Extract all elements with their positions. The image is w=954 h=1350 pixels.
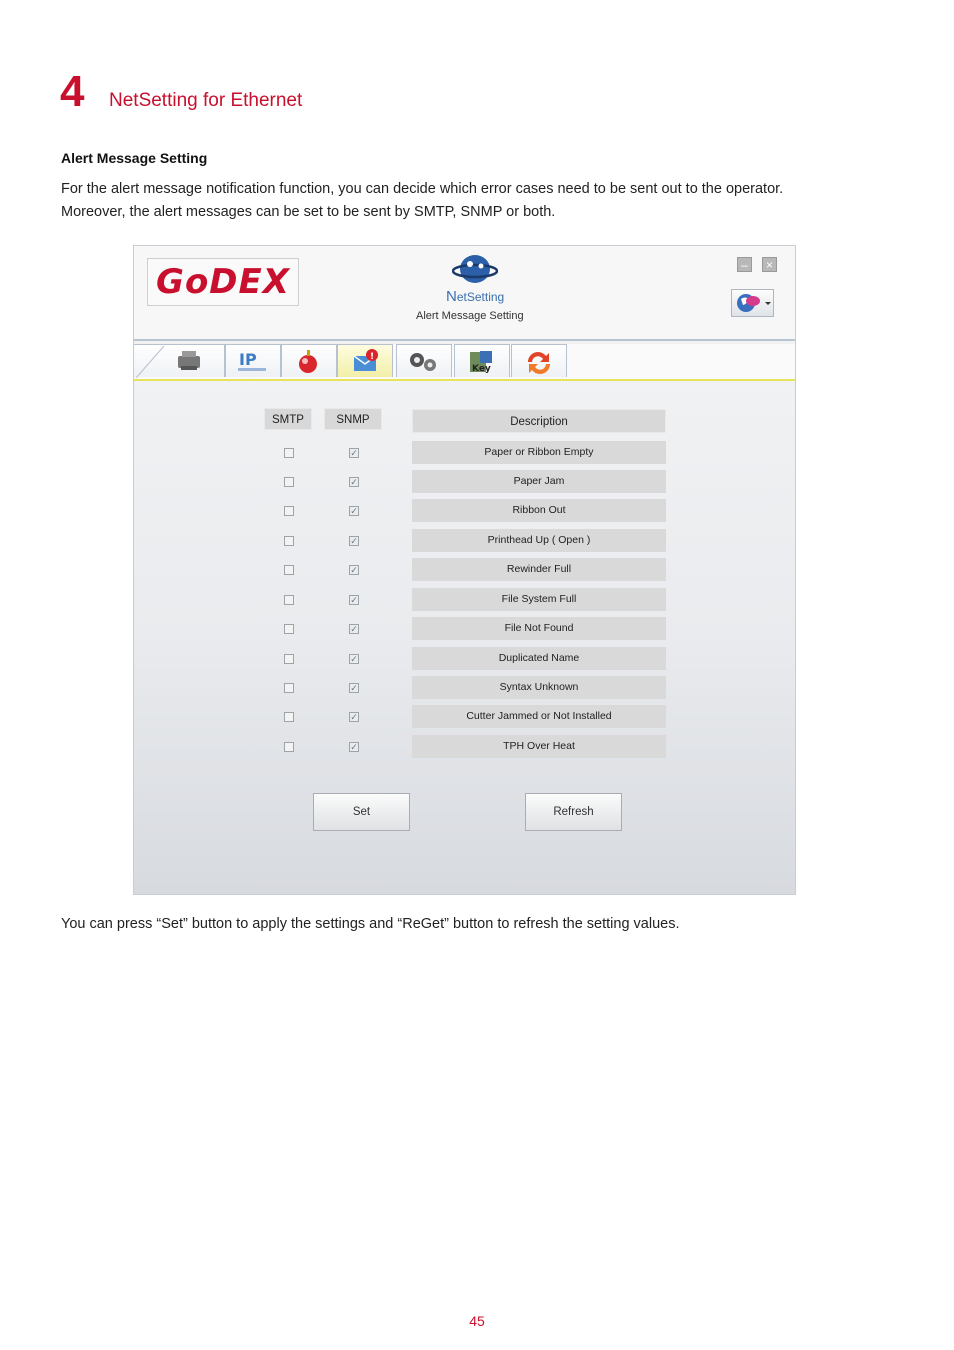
- key-icon: Key: [470, 351, 492, 374]
- description-column-header: Description: [412, 409, 666, 433]
- netsetting-globe-icon: [452, 255, 498, 283]
- godex-logo: GoDEX: [147, 258, 299, 306]
- snmp-checkbox[interactable]: ✓: [349, 624, 359, 634]
- smtp-checkbox[interactable]: [284, 595, 294, 605]
- svg-text:Key: Key: [472, 364, 491, 374]
- intro-line-2: Moreover, the alert messages can be set …: [61, 204, 556, 220]
- footer-text: You can press “Set” button to apply the …: [61, 916, 680, 932]
- alert-description: TPH Over Heat: [412, 735, 666, 758]
- snmp-checkbox[interactable]: ✓: [349, 565, 359, 575]
- smtp-checkbox[interactable]: [284, 624, 294, 634]
- email-icon: [299, 350, 317, 373]
- snmp-checkbox[interactable]: ✓: [349, 506, 359, 516]
- refresh-button[interactable]: Refresh: [525, 793, 622, 831]
- printer-icon: [135, 345, 200, 378]
- minimize-button[interactable]: –: [737, 257, 752, 272]
- language-button[interactable]: [731, 289, 774, 317]
- alert-description: Rewinder Full: [412, 558, 666, 581]
- alert-description: Ribbon Out: [412, 499, 666, 522]
- section-heading: Alert Message Setting: [61, 150, 208, 166]
- tab-bar: IP ! Key: [134, 344, 795, 381]
- close-button[interactable]: ×: [762, 257, 777, 272]
- snmp-checkbox[interactable]: ✓: [349, 595, 359, 605]
- smtp-checkbox[interactable]: [284, 536, 294, 546]
- ip-network-icon: IP: [238, 350, 266, 371]
- netsetting-brand: NetSetting: [446, 288, 504, 305]
- smtp-checkbox[interactable]: [284, 742, 294, 752]
- smtp-column-header: SMTP: [264, 408, 312, 430]
- tab-ip[interactable]: IP: [225, 344, 281, 377]
- tab-printer[interactable]: [134, 344, 225, 378]
- chapter-title: NetSetting for Ethernet: [109, 90, 303, 111]
- snmp-checkbox[interactable]: ✓: [349, 448, 359, 458]
- logo-text: GoDEX: [156, 262, 290, 302]
- smtp-checkbox[interactable]: [284, 654, 294, 664]
- snmp-checkbox[interactable]: ✓: [349, 742, 359, 752]
- chapter-number: 4: [60, 67, 85, 116]
- snmp-checkbox[interactable]: ✓: [349, 712, 359, 722]
- alert-description: File System Full: [412, 588, 666, 611]
- snmp-checkbox[interactable]: ✓: [349, 477, 359, 487]
- tab-email[interactable]: [281, 344, 337, 377]
- gears-icon: [410, 353, 436, 371]
- alert-description: Paper Jam: [412, 470, 666, 493]
- intro-paragraph: For the alert message notification funct…: [61, 178, 901, 224]
- smtp-checkbox[interactable]: [284, 448, 294, 458]
- alert-description: Syntax Unknown: [412, 676, 666, 699]
- alert-mail-icon: !: [353, 349, 378, 371]
- svg-text:IP: IP: [239, 350, 257, 369]
- snmp-checkbox[interactable]: ✓: [349, 654, 359, 664]
- smtp-checkbox[interactable]: [284, 477, 294, 487]
- snmp-checkbox[interactable]: ✓: [349, 536, 359, 546]
- brand-prefix: N: [446, 288, 457, 305]
- alert-description: Printhead Up ( Open ): [412, 529, 666, 552]
- tab-configuration[interactable]: [396, 344, 452, 377]
- window-caption: Alert Message Setting: [416, 310, 524, 322]
- alert-description: File Not Found: [412, 617, 666, 640]
- page-number: 45: [469, 1313, 485, 1329]
- language-globe-icon: [737, 294, 771, 312]
- smtp-checkbox[interactable]: [284, 712, 294, 722]
- alert-description: Cutter Jammed or Not Installed: [412, 705, 666, 728]
- smtp-checkbox[interactable]: [284, 565, 294, 575]
- tab-password[interactable]: Key: [454, 344, 510, 377]
- brand-suffix: etSetting: [456, 290, 505, 304]
- smtp-checkbox[interactable]: [284, 683, 294, 693]
- tab-update[interactable]: [511, 344, 567, 377]
- netsetting-window: GoDEX NetSetting Alert Message Setting –…: [133, 245, 796, 895]
- alert-description: Paper or Ribbon Empty: [412, 441, 666, 464]
- refresh-icon: [528, 352, 550, 374]
- alert-description: Duplicated Name: [412, 647, 666, 670]
- set-button[interactable]: Set: [313, 793, 410, 831]
- svg-text:!: !: [370, 352, 374, 362]
- snmp-checkbox[interactable]: ✓: [349, 683, 359, 693]
- tab-alert-message[interactable]: !: [337, 344, 393, 377]
- snmp-column-header: SNMP: [324, 408, 382, 430]
- app-header: GoDEX NetSetting Alert Message Setting –…: [134, 246, 795, 341]
- intro-line-1: For the alert message notification funct…: [61, 181, 784, 197]
- smtp-checkbox[interactable]: [284, 506, 294, 516]
